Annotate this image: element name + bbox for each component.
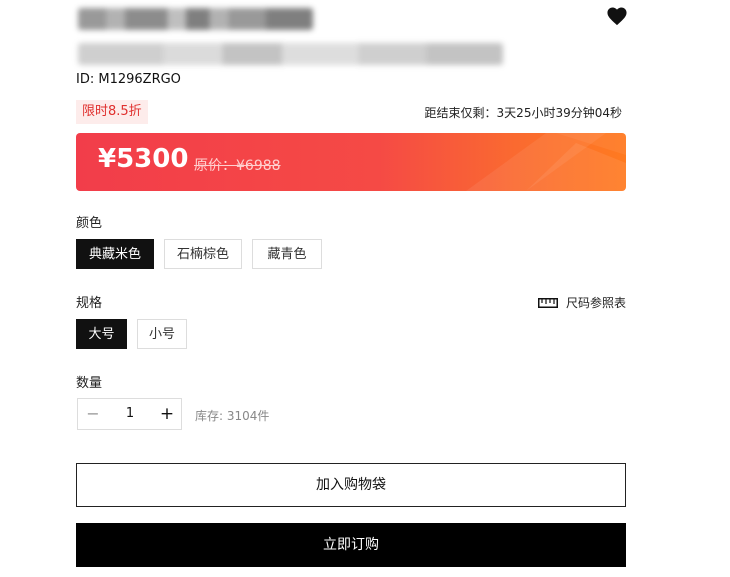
quantity-value[interactable]: 1: [108, 399, 152, 429]
heart-icon[interactable]: [606, 6, 628, 26]
decrement-button[interactable]: −: [78, 399, 108, 429]
product-title-blurred: [78, 43, 503, 65]
current-price: ¥5300: [98, 144, 189, 174]
countdown-timer: 距结束仅剩：3天25小时39分钟04秒: [424, 106, 622, 120]
size-chart-link[interactable]: 尺码参照表: [538, 294, 626, 311]
stock-count: 库存: 3104件: [195, 409, 270, 423]
discount-badge: 限时8.5折: [76, 100, 148, 124]
increment-button[interactable]: +: [152, 399, 182, 429]
color-option-2[interactable]: 藏青色: [252, 239, 322, 269]
price-banner: ¥5300 原价：¥6988: [76, 133, 626, 191]
add-to-bag-button[interactable]: 加入购物袋: [76, 463, 626, 507]
color-option-1[interactable]: 石楠棕色: [164, 239, 242, 269]
color-label: 颜色: [76, 216, 103, 231]
size-chart-label: 尺码参照表: [566, 296, 627, 310]
ruler-icon: [538, 297, 558, 308]
original-price: 原价：¥6988: [194, 158, 281, 174]
buy-now-button[interactable]: 立即订购: [76, 523, 626, 567]
size-option-1[interactable]: 小号: [137, 319, 187, 349]
size-option-0[interactable]: 大号: [76, 319, 127, 349]
quantity-stepper: − 1 +: [77, 398, 182, 430]
size-label: 规格: [76, 296, 103, 311]
quantity-label: 数量: [76, 376, 103, 391]
product-id: ID: M1296ZRGO: [76, 72, 181, 87]
product-brand-blurred: [78, 8, 313, 30]
color-option-0[interactable]: 典藏米色: [76, 239, 154, 269]
